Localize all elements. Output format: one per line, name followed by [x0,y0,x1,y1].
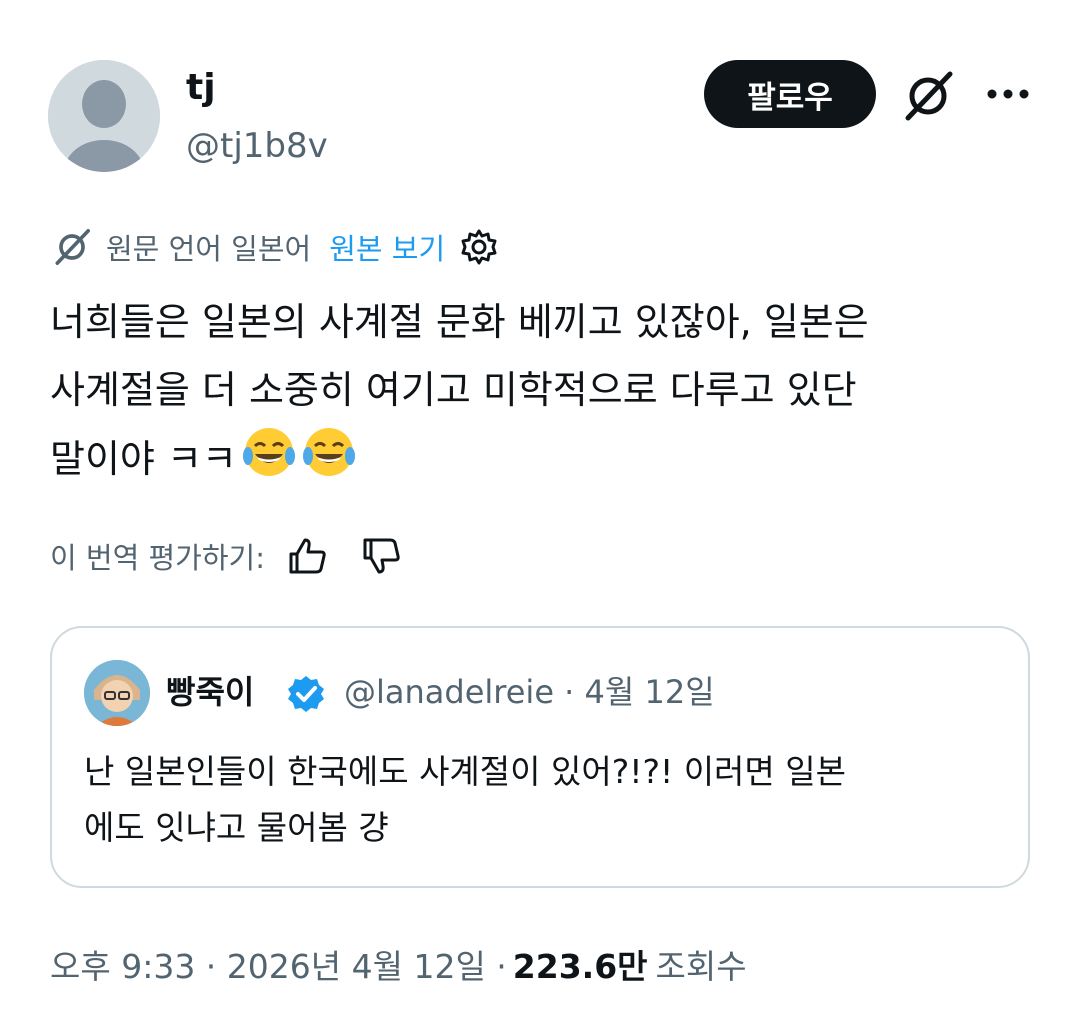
author-name[interactable]: tj [186,66,216,110]
gear-icon[interactable] [459,227,499,267]
tweet-text-line: 사계절을 더 소중히 여기고 미학적으로 다루고 있단 [50,368,857,412]
grok-translate-icon [55,229,90,265]
tears-of-joy-emoji-icon [242,428,295,476]
source-language-label: 원문 언어 일본어 [106,232,312,266]
timestamp[interactable]: 오후 9:33 · 2026년 4월 12일 · [50,940,507,988]
verified-badge-icon [288,676,324,712]
tears-of-joy-emoji-icon [302,428,355,476]
thumbs-down-icon[interactable] [359,534,403,578]
rate-translation-row: 이 번역 평가하기: [50,530,403,582]
thumbs-up-icon[interactable] [285,534,329,578]
tweet-metadata: 오후 9:33 · 2026년 4월 12일 · 223.6만 조회수 [50,938,747,990]
default-avatar-icon [48,60,160,172]
quoted-text-line: 에도 잇냐고 물어봄 걍 [84,808,389,847]
author-handle[interactable]: @tj1b8v [186,124,328,168]
quoted-author-name[interactable]: 빵죽이 [166,670,254,714]
tweet-text: 너희들은 일본의 사계절 문화 베끼고 있잖아, 일본은 사계절을 더 소중히 … [50,288,1040,493]
quoted-handle-date[interactable]: @lanadelreie · 4월 12일 [344,670,715,714]
quoted-author-avatar[interactable] [84,660,150,726]
quoted-text-line: 난 일본인들이 한국에도 사계절이 있어?!?! 이러면 일본 [84,752,846,791]
view-original-link[interactable]: 원본 보기 [329,226,445,268]
rate-translation-label: 이 번역 평가하기: [50,541,265,575]
cartoon-avatar-icon [84,660,150,726]
translation-bar: 원문 언어 일본어 원본 보기 [50,222,499,272]
view-count: 223.6만 [512,947,648,986]
grok-icon[interactable] [898,66,958,126]
tweet-text-line: 말이야 ㅋㅋ [50,437,237,481]
follow-button[interactable]: 팔로우 [704,60,876,128]
quoted-tweet-text: 난 일본인들이 한국에도 사계절이 있어?!?! 이러면 일본 에도 잇냐고 물… [84,744,1004,856]
author-avatar[interactable] [48,60,160,172]
tweet-text-line: 너희들은 일본의 사계절 문화 베끼고 있잖아, 일본은 [50,300,869,344]
view-count-label: 조회수 [655,947,747,986]
more-options-icon[interactable] [984,70,1032,118]
